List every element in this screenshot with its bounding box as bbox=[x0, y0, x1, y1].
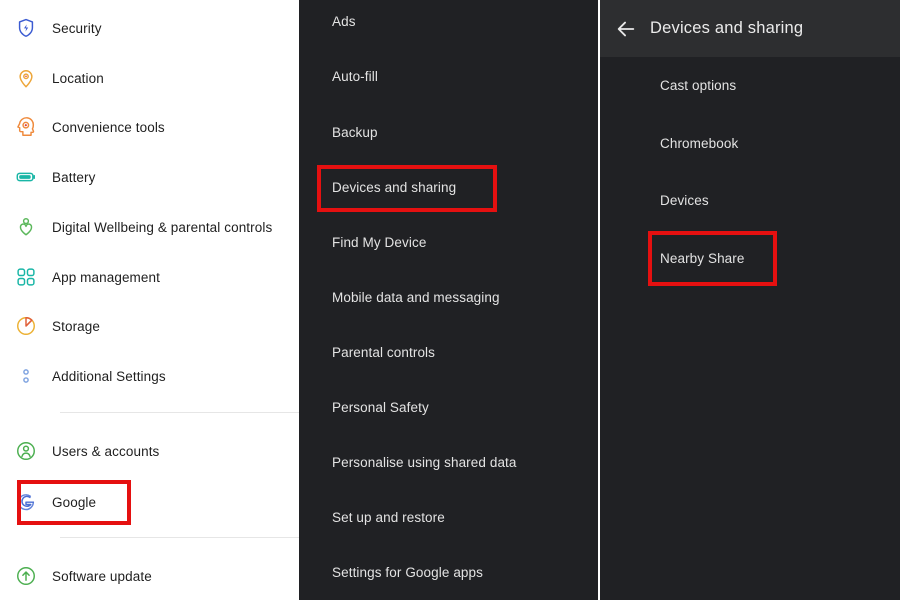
sidebar-item-label: Security bbox=[52, 20, 102, 36]
screenshot-root: Security Location Convenience tools Battery… bbox=[0, 0, 900, 600]
sidebar-item-label: App management bbox=[52, 269, 160, 285]
head-target-icon bbox=[0, 116, 52, 138]
devices-list-item-chromebook[interactable]: Chromebook bbox=[600, 126, 900, 160]
sidebar-item-label: Users & accounts bbox=[52, 443, 160, 459]
devices-list-item-devices[interactable]: Devices bbox=[600, 183, 900, 217]
app-grid-icon bbox=[0, 266, 52, 288]
google-list-item-backup[interactable]: Backup bbox=[299, 115, 598, 149]
google-list-item-parental-controls[interactable]: Parental controls bbox=[299, 335, 598, 369]
google-list-item-set-up-and-restore[interactable]: Set up and restore bbox=[299, 500, 598, 534]
list-item-label: Chromebook bbox=[660, 135, 739, 151]
sidebar-item-label: Software update bbox=[52, 568, 152, 584]
additional-dots-icon bbox=[0, 365, 52, 387]
list-item-label: Find My Device bbox=[332, 234, 427, 250]
page-header: Devices and sharing bbox=[600, 0, 900, 57]
page-title: Devices and sharing bbox=[650, 19, 804, 37]
sidebar-item-users-accounts[interactable]: Users & accounts bbox=[0, 431, 299, 471]
user-circle-icon bbox=[0, 440, 52, 462]
location-pin-icon bbox=[0, 67, 52, 89]
update-arrow-icon bbox=[0, 565, 52, 587]
list-item-label: Personalise using shared data bbox=[332, 454, 517, 470]
list-item-label: Devices and sharing bbox=[332, 179, 457, 195]
google-list-item-settings-for-google-apps[interactable]: Settings for Google apps bbox=[299, 555, 598, 589]
devices-list-item-nearby-share[interactable]: Nearby Share bbox=[600, 241, 900, 275]
list-divider bbox=[60, 537, 299, 538]
list-item-label: Personal Safety bbox=[332, 399, 429, 415]
google-list-item-mobile-data-and-messaging[interactable]: Mobile data and messaging bbox=[299, 280, 598, 314]
google-list-item-personalise-using-shared-data[interactable]: Personalise using shared data bbox=[299, 445, 598, 479]
list-item-label: Mobile data and messaging bbox=[332, 289, 500, 305]
shield-security-icon bbox=[0, 17, 52, 39]
list-divider bbox=[60, 412, 299, 413]
google-list-item-auto-fill[interactable]: Auto-fill bbox=[299, 59, 598, 93]
sidebar-item-app-management[interactable]: App management bbox=[0, 257, 299, 297]
sidebar-item-label: Storage bbox=[52, 318, 100, 334]
list-item-label: Auto-fill bbox=[332, 68, 378, 84]
sidebar-item-label: Digital Wellbeing & parental controls bbox=[52, 219, 273, 235]
sidebar-item-additional-settings[interactable]: Additional Settings bbox=[0, 356, 299, 396]
wellbeing-heart-icon bbox=[0, 216, 52, 238]
sidebar-item-location[interactable]: Location bbox=[0, 58, 299, 98]
battery-icon bbox=[0, 166, 52, 188]
google-list-item-ads[interactable]: Ads bbox=[299, 4, 598, 38]
list-item-label: Cast options bbox=[660, 77, 737, 93]
back-arrow-icon[interactable] bbox=[602, 18, 650, 40]
google-list-item-devices-and-sharing[interactable]: Devices and sharing bbox=[299, 170, 598, 204]
sidebar-item-digital-wellbeing-parental-controls[interactable]: Digital Wellbeing & parental controls bbox=[0, 207, 299, 247]
list-item-label: Settings for Google apps bbox=[332, 564, 483, 580]
sidebar-item-label: Convenience tools bbox=[52, 119, 165, 135]
sidebar-item-label: Location bbox=[52, 70, 104, 86]
google-g-icon bbox=[0, 491, 52, 513]
sidebar-item-label: Additional Settings bbox=[52, 368, 166, 384]
sidebar-item-security[interactable]: Security bbox=[0, 8, 299, 48]
google-list-item-personal-safety[interactable]: Personal Safety bbox=[299, 390, 598, 424]
storage-pie-icon bbox=[0, 315, 52, 337]
sidebar-item-storage[interactable]: Storage bbox=[0, 306, 299, 346]
sidebar-item-battery[interactable]: Battery bbox=[0, 157, 299, 197]
google-settings-list: Ads Auto-fill Backup Devices and sharing Fin… bbox=[299, 0, 598, 600]
list-item-label: Parental controls bbox=[332, 344, 436, 360]
list-item-label: Ads bbox=[332, 13, 356, 29]
sidebar-item-label: Google bbox=[52, 494, 97, 510]
list-item-label: Backup bbox=[332, 124, 378, 140]
list-item-label: Nearby Share bbox=[660, 250, 745, 266]
google-list-item-find-my-device[interactable]: Find My Device bbox=[299, 225, 598, 259]
sidebar-item-software-update[interactable]: Software update bbox=[0, 556, 299, 596]
list-item-label: Devices bbox=[660, 192, 709, 208]
sidebar-item-label: Battery bbox=[52, 169, 96, 185]
sidebar-item-convenience-tools[interactable]: Convenience tools bbox=[0, 107, 299, 147]
settings-main-list: Security Location Convenience tools Battery… bbox=[0, 0, 299, 600]
devices-list-item-cast-options[interactable]: Cast options bbox=[600, 68, 900, 102]
sidebar-item-google[interactable]: Google bbox=[0, 482, 299, 522]
list-item-label: Set up and restore bbox=[332, 509, 445, 525]
devices-and-sharing-page: Devices and sharing Cast options Chromebo… bbox=[598, 0, 900, 600]
